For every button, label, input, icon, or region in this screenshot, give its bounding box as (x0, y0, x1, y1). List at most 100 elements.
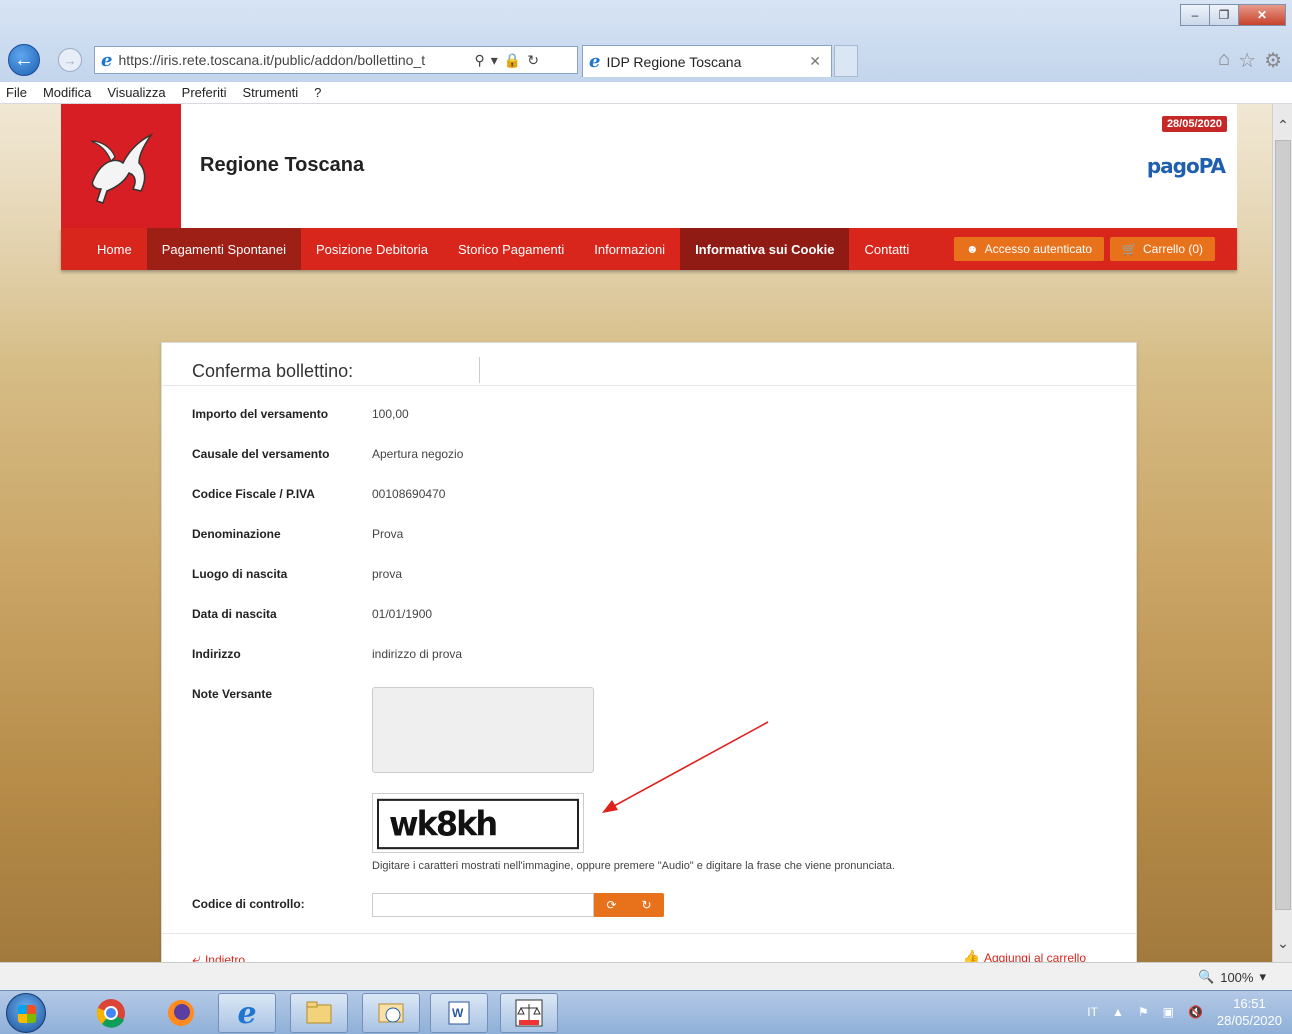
back-link-label: Indietro (204, 953, 245, 962)
main-navbar: Home Pagamenti Spontanei Posizione Debit… (61, 228, 1237, 270)
close-button[interactable]: ✕ (1238, 4, 1286, 26)
field-value: prova (372, 567, 403, 581)
nav-pagamenti-spontanei[interactable]: Pagamenti Spontanei (146, 228, 301, 270)
field-label: Luogo di nascita (192, 567, 288, 581)
start-button[interactable] (6, 993, 46, 1033)
code-label: Codice di controllo: (192, 897, 305, 911)
thumbs-up-icon: 👍 (962, 949, 980, 962)
redacted-area (380, 357, 480, 383)
status-bar: 🔍 100% ▾ (0, 962, 1292, 990)
back-link[interactable]: ⤶ Indietro (192, 951, 245, 962)
pegasus-icon (90, 133, 154, 204)
clock-time: 16:51 (1233, 996, 1266, 1011)
volume-muted-icon[interactable]: 🔇 (1188, 1005, 1203, 1019)
refresh-captcha-button[interactable]: ↻ (629, 893, 664, 917)
network-icon[interactable]: ▣ (1163, 1005, 1174, 1019)
menu-file[interactable]: File (6, 85, 27, 100)
captcha-buttons: ⟳ ↻ (594, 893, 664, 917)
file-explorer-icon[interactable] (290, 993, 348, 1033)
tab-ie-icon: e (589, 51, 601, 72)
clock-date: 28/05/2020 (1216, 1013, 1282, 1028)
field-label: Denominazione (192, 527, 281, 541)
menu-visualizza[interactable]: Visualizza (107, 85, 165, 100)
field-value: 01/01/1900 (372, 607, 433, 621)
add-to-cart-label: Aggiungi al carrello (983, 950, 1086, 963)
scroll-down-icon[interactable]: ⌄ (1273, 932, 1292, 954)
search-icon[interactable]: ⚲ (474, 52, 484, 69)
captcha-code-input[interactable] (372, 893, 594, 917)
zoom-level: 100% (1220, 969, 1254, 985)
cart-button-label: Carrello (0) (1142, 242, 1203, 256)
field-label: Causale del versamento (192, 447, 330, 461)
menu-preferiti[interactable]: Preferiti (182, 85, 227, 100)
internet-explorer-icon[interactable]: e (218, 993, 276, 1033)
field-value: 100,00 (372, 407, 409, 421)
language-indicator[interactable]: IT (1087, 1005, 1098, 1019)
url-text[interactable]: https://iris.rete.toscana.it/public/addo… (118, 52, 470, 68)
zoom-dropdown-icon[interactable]: ▾ (1259, 969, 1266, 985)
tab-close-icon[interactable]: ✕ (809, 53, 821, 70)
lock-icon[interactable]: 🔒 (504, 52, 521, 69)
home-icon[interactable]: ⌂ (1218, 48, 1230, 73)
scroll-up-icon[interactable]: ⌃ (1273, 114, 1292, 136)
card-title: Conferma bollettino: (192, 361, 354, 381)
nav-storico-pagamenti[interactable]: Storico Pagamenti (443, 228, 579, 270)
nav-informazioni[interactable]: Informazioni (579, 228, 680, 270)
cedaf-app-icon[interactable] (500, 993, 558, 1033)
scroll-thumb[interactable] (1275, 140, 1291, 910)
svg-text:W: W (452, 1006, 464, 1020)
site-header: Regione Toscana 28/05/2020 pagoPA (61, 104, 1237, 228)
site: Regione Toscana 28/05/2020 pagoPA Home P… (61, 104, 1237, 962)
login-button-label: Accesso autenticato (984, 242, 1093, 256)
nav-informativa-cookie[interactable]: Informativa sui Cookie (680, 228, 850, 270)
ie-icon: e (101, 49, 113, 71)
back-arrow-icon: ⤶ (192, 951, 201, 962)
captcha-hint: Digitare i caratteri mostrati nell'immag… (372, 860, 895, 872)
note-versante-textarea[interactable] (372, 687, 594, 773)
favorites-star-icon[interactable]: ☆ (1238, 48, 1256, 73)
field-label: Importo del versamento (192, 407, 329, 421)
chrome-icon[interactable] (82, 993, 140, 1033)
menu-strumenti[interactable]: Strumenti (242, 85, 298, 100)
menu-modifica[interactable]: Modifica (43, 85, 91, 100)
date-badge: 28/05/2020 (1161, 116, 1227, 132)
new-tab-button[interactable] (834, 45, 858, 77)
browser-tab[interactable]: e IDP Regione Toscana ✕ (582, 45, 832, 77)
word-icon[interactable]: W (430, 993, 488, 1033)
audio-button[interactable]: ⟳ (594, 893, 629, 917)
user-icon: ☻ (965, 242, 979, 256)
back-button[interactable]: ← (8, 44, 40, 76)
forward-button[interactable]: → (58, 48, 82, 72)
pagopa-logo[interactable]: pagoPA (1147, 154, 1226, 178)
cart-button[interactable]: 🛒 Carrello (0) (1110, 237, 1215, 261)
vertical-scrollbar[interactable]: ⌃ ⌄ (1272, 104, 1292, 962)
field-label: Indirizzo (192, 647, 241, 661)
firefox-icon[interactable] (152, 993, 210, 1033)
nav-home[interactable]: Home (61, 228, 147, 270)
zoom-control[interactable]: 🔍 100% ▾ (1198, 969, 1266, 985)
windows-taskbar: e W IT ▲ ⚑ ▣ 🔇 16:51 28/05/2020 (0, 990, 1292, 1034)
login-button[interactable]: ☻ Accesso autenticato (953, 237, 1105, 261)
address-bar[interactable]: e https://iris.rete.toscana.it/public/ad… (94, 46, 578, 74)
action-center-flag-icon[interactable]: ⚑ (1138, 1005, 1149, 1019)
regione-toscana-logo[interactable] (61, 104, 181, 228)
nav-posizione-debitoria[interactable]: Posizione Debitoria (301, 228, 443, 270)
restore-button[interactable]: ❐ (1209, 4, 1239, 26)
field-value: Prova (372, 527, 404, 541)
clock[interactable]: 16:51 28/05/2020 (1217, 995, 1282, 1029)
confirm-card: Conferma bollettino: Importo del versame… (161, 342, 1137, 962)
field-value: Apertura negozio (372, 447, 464, 461)
tray-expand-icon[interactable]: ▲ (1112, 1005, 1124, 1019)
captcha-image: wk8kh (372, 793, 584, 853)
settings-gear-icon[interactable]: ⚙ (1264, 48, 1282, 73)
minimize-button[interactable]: – (1180, 4, 1210, 26)
system-tray: IT ▲ ⚑ ▣ 🔇 16:51 28/05/2020 (1087, 995, 1282, 1029)
menu-help[interactable]: ? (314, 85, 321, 100)
outlook-icon[interactable] (362, 993, 420, 1033)
refresh-icon[interactable]: ↻ (527, 52, 539, 69)
add-to-cart-link[interactable]: 👍 Aggiungi al carrello (963, 949, 1087, 962)
cart-icon: 🛒 (1122, 242, 1137, 256)
nav-contatti[interactable]: Contatti (849, 228, 924, 270)
dropdown-icon[interactable]: ▾ (491, 52, 498, 69)
window-controls: – ❐ ✕ (1180, 4, 1286, 26)
